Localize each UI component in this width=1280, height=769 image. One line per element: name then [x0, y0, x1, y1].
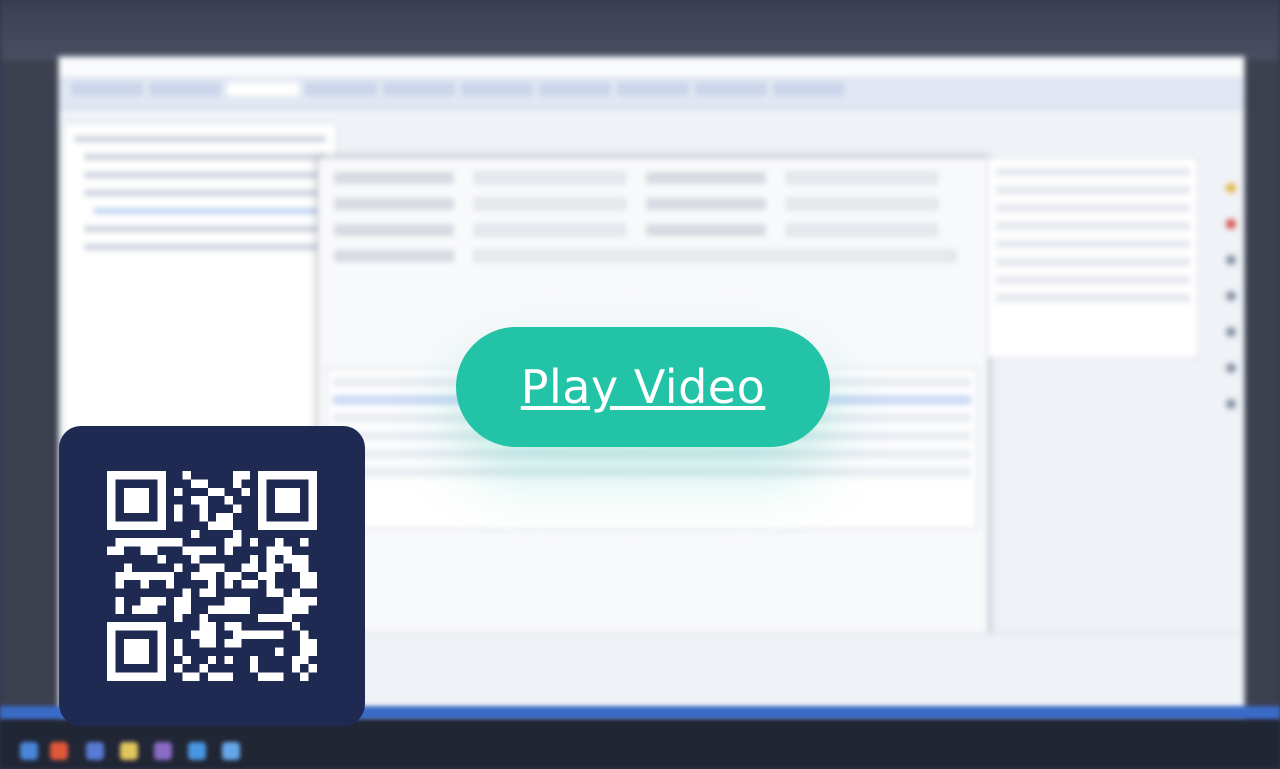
qr-code-card: [59, 426, 365, 726]
play-video-label: Play Video: [520, 360, 766, 414]
qr-code-icon: [107, 471, 317, 681]
play-video-button[interactable]: Play Video: [456, 327, 830, 447]
